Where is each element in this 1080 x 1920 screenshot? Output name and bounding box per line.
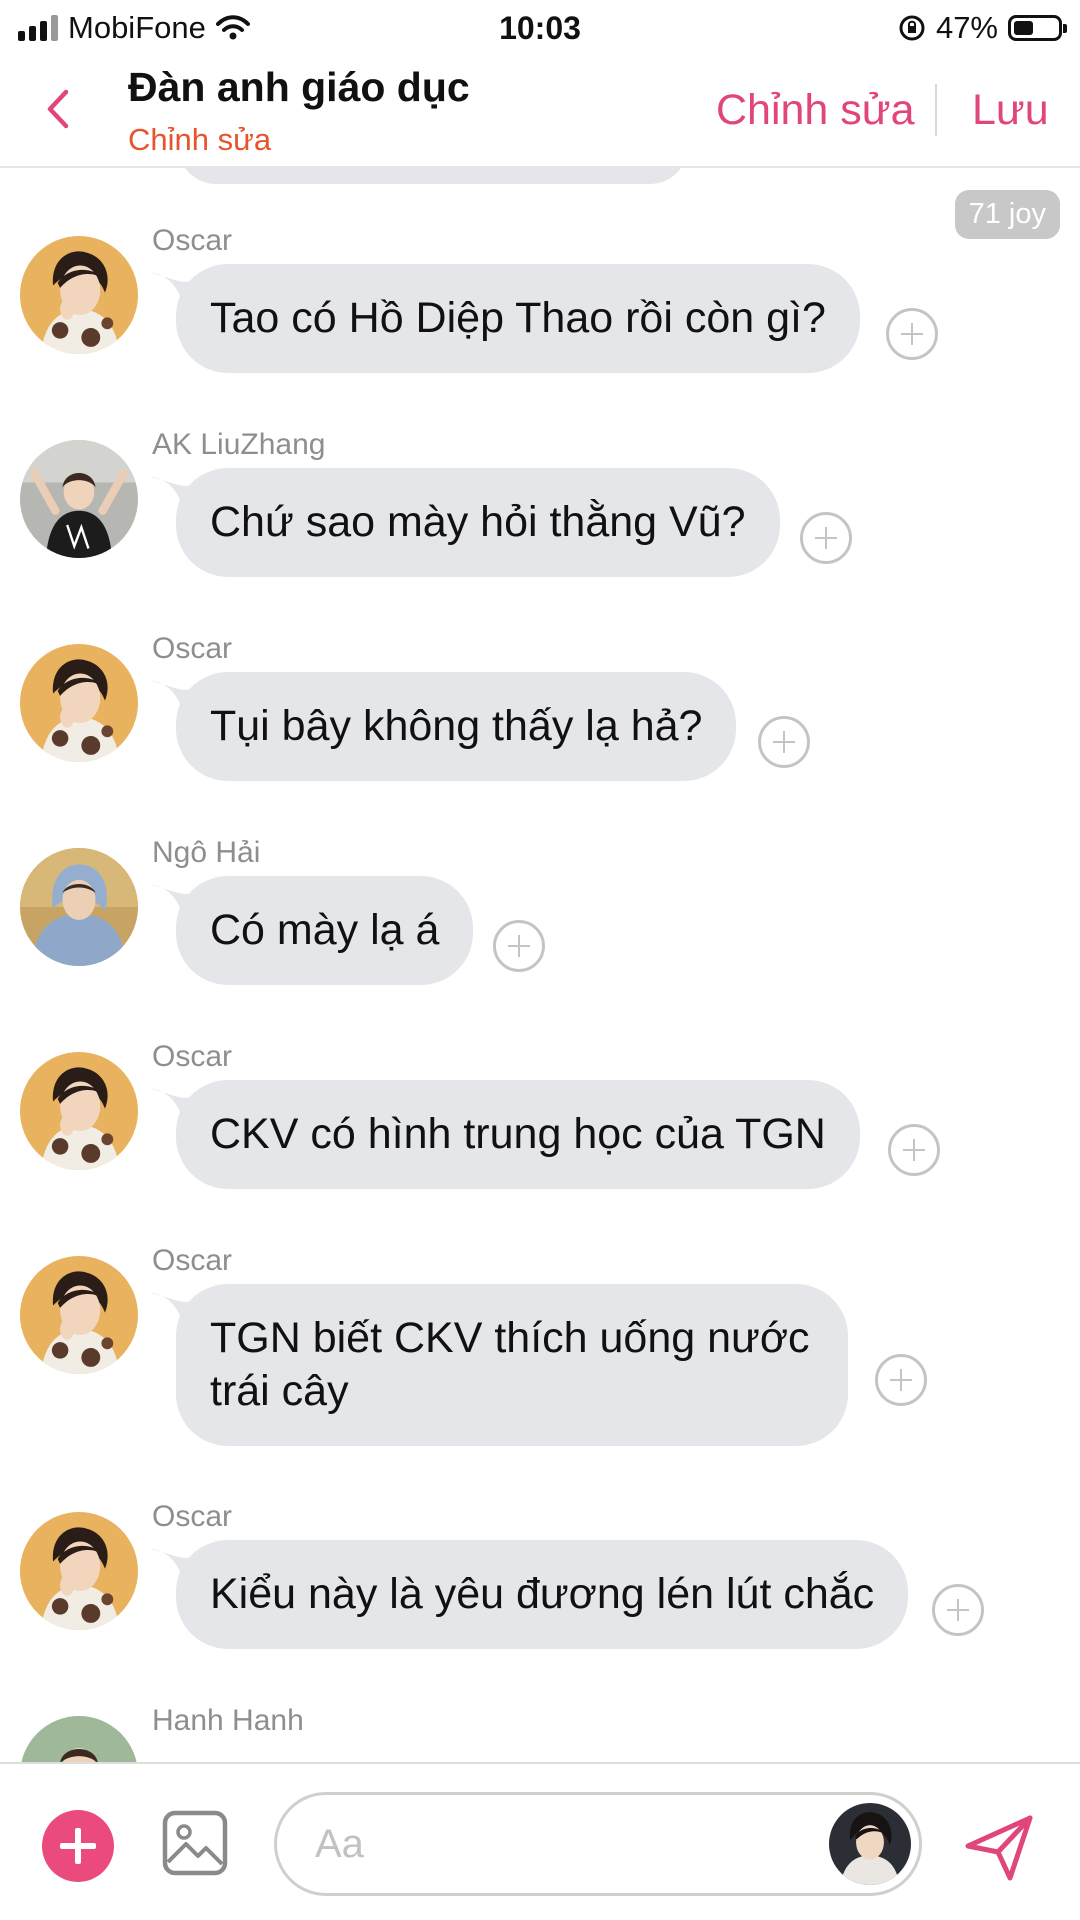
image-icon[interactable] (162, 1810, 228, 1876)
battery-icon (1008, 15, 1067, 41)
avatar[interactable] (20, 848, 138, 966)
battery-group: 47% (898, 10, 1067, 46)
message-row: Oscar Tao có Hồ Diệp Thao rồi còn gì? (0, 224, 1080, 373)
chat-header: Đàn anh giáo dục Chỉnh sửa Chỉnh sửa Lưu (0, 54, 1080, 168)
message-bubble[interactable]: Tụi bây không thấy lạ hả? (176, 672, 737, 781)
avatar[interactable] (20, 236, 138, 354)
header-divider (935, 84, 937, 136)
message-row: Oscar Tụi bây không thấy lạ hả? (0, 632, 1080, 781)
avatar[interactable] (20, 1052, 138, 1170)
message-bubble[interactable]: Kiểu này là yêu đương lén lút chắc (176, 1540, 909, 1649)
add-reaction-icon[interactable] (886, 308, 938, 360)
battery-percent: 47% (935, 10, 998, 45)
avatar[interactable] (20, 1716, 138, 1762)
sender-name: Oscar (152, 1040, 233, 1073)
avatar[interactable] (20, 644, 138, 762)
message-bubble[interactable]: Có mày lạ á (176, 876, 474, 985)
edit-button[interactable]: Chỉnh sửa (716, 86, 915, 135)
message-row: Oscar Kiểu này là yêu đương lén lút chắc (0, 1500, 1080, 1649)
avatar[interactable] (20, 1256, 138, 1374)
message-input[interactable] (313, 1813, 777, 1875)
send-icon[interactable] (962, 1810, 1038, 1886)
sender-name: AK LiuZhang (152, 428, 326, 461)
add-reaction-icon[interactable] (875, 1354, 927, 1406)
sender-name: Hanh Hanh (152, 1704, 304, 1737)
sender-name: Ngô Hải (152, 836, 261, 869)
message-bubble[interactable]: CKV có hình trung học của TGN (176, 1080, 860, 1189)
save-button[interactable]: Lưu (972, 86, 1049, 135)
sender-name: Oscar (152, 1500, 233, 1533)
message-row: AK LiuZhang Chứ sao mày hỏi thằng Vũ? (0, 428, 1080, 577)
chat-subtitle: Chỉnh sửa (128, 122, 272, 157)
add-reaction-icon[interactable] (800, 512, 852, 564)
chevron-left-icon[interactable] (38, 84, 78, 134)
composer-bar (0, 1762, 1080, 1920)
sender-name: Oscar (152, 224, 233, 257)
message-input-wrapper (274, 1792, 922, 1896)
composer-avatar[interactable] (829, 1803, 911, 1885)
message-row: Hanh Hanh (0, 1704, 1080, 1762)
chat-title: Đàn anh giáo dục (128, 64, 470, 110)
avatar[interactable] (20, 440, 138, 558)
message-row: Ngô Hải Có mày lạ á (0, 836, 1080, 985)
add-reaction-icon[interactable] (493, 920, 545, 972)
message-row: Oscar TGN biết CKV thích uống nước trái … (0, 1244, 1080, 1446)
message-bubble[interactable]: TGN biết CKV thích uống nước trái cây (176, 1284, 848, 1446)
message-row: Oscar CKV có hình trung học của TGN (0, 1040, 1080, 1189)
orientation-lock-icon (899, 15, 925, 41)
previous-message-bubble (178, 168, 688, 184)
status-bar: MobiFone 10:03 47% (0, 0, 1080, 54)
plus-icon[interactable] (42, 1810, 114, 1882)
message-bubble[interactable]: Tao có Hồ Diệp Thao rồi còn gì? (176, 264, 860, 373)
sender-name: Oscar (152, 632, 233, 665)
sender-name: Oscar (152, 1244, 233, 1277)
message-bubble[interactable]: Chứ sao mày hỏi thằng Vũ? (176, 468, 780, 577)
add-reaction-icon[interactable] (932, 1584, 984, 1636)
avatar[interactable] (20, 1512, 138, 1630)
message-list[interactable]: 71 joy Oscar Tao có Hồ Diệp Thao rồi còn… (0, 168, 1080, 1762)
messenger-screen: MobiFone 10:03 47% Đàn anh giáo dục Chỉn… (0, 0, 1080, 1920)
add-reaction-icon[interactable] (888, 1124, 940, 1176)
add-reaction-icon[interactable] (758, 716, 810, 768)
